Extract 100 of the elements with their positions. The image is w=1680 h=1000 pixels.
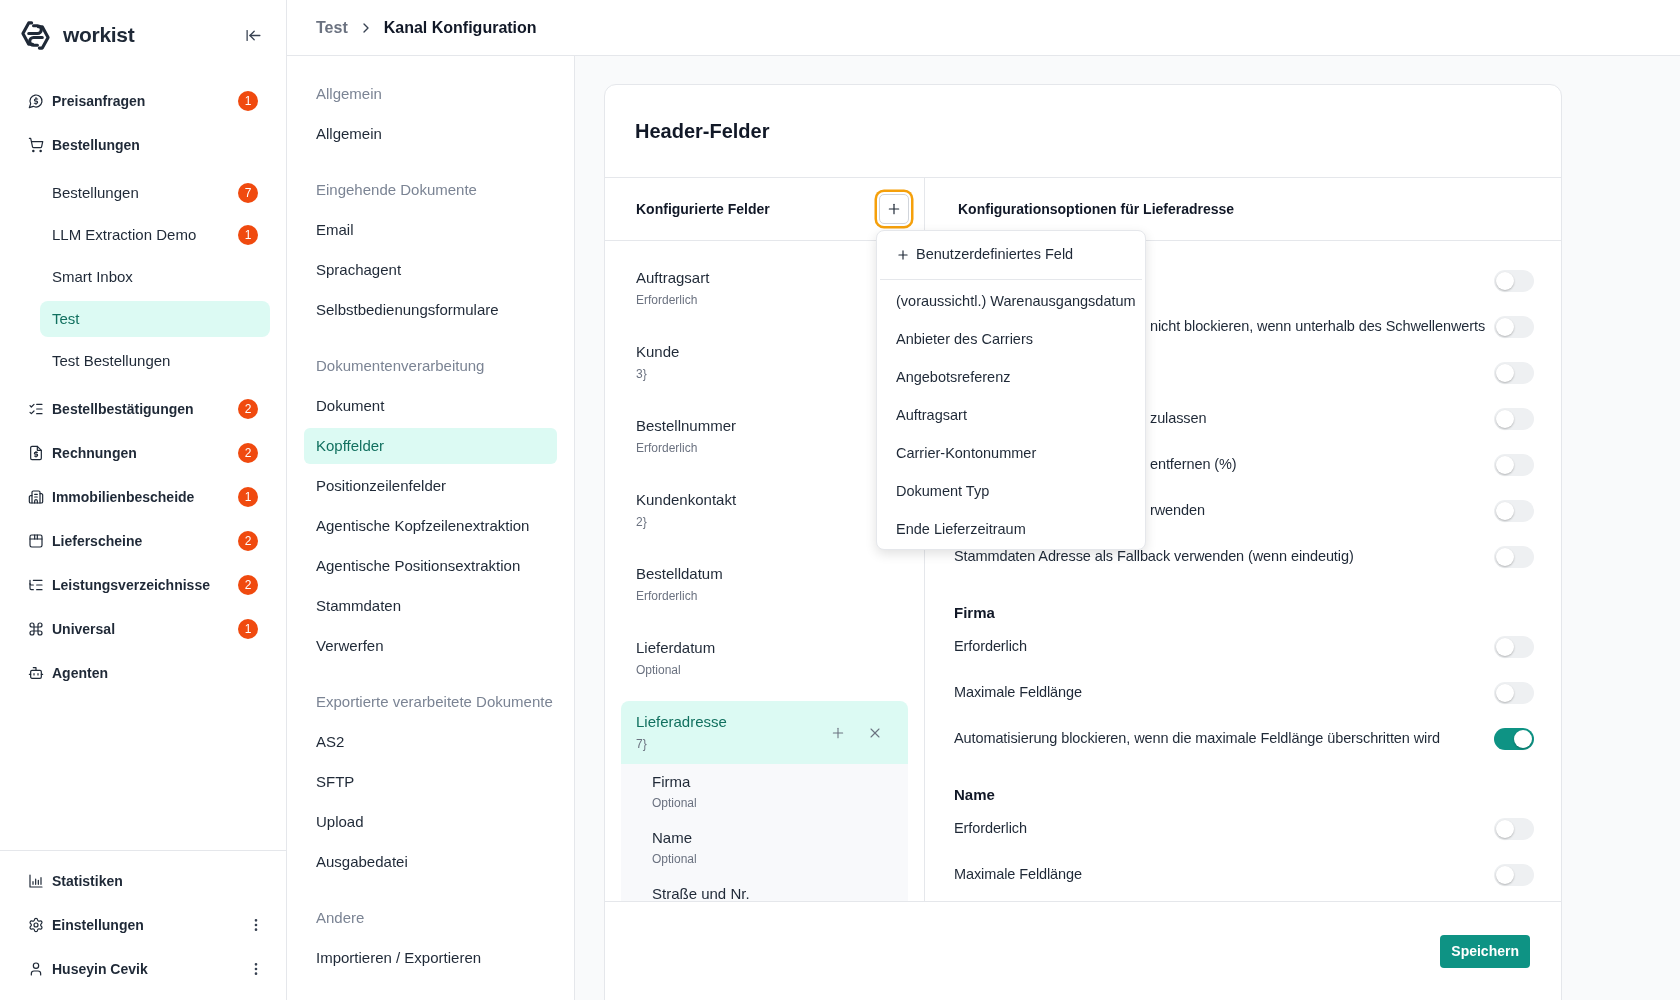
option-label: Automatisierung blockieren, wenn die maximale Feldlänge überschritten wird xyxy=(954,729,1440,749)
settings-nav-item[interactable]: Upload xyxy=(304,804,557,840)
invoice-icon xyxy=(28,445,44,461)
settings-nav-item[interactable]: Positionzeilenfelder xyxy=(304,468,557,504)
sidebar-nav-item[interactable]: Lieferscheine 2 xyxy=(16,523,270,559)
toggle-switch[interactable] xyxy=(1494,408,1534,430)
notification-count: 1 xyxy=(238,225,258,245)
option-label: rwenden xyxy=(1150,501,1205,521)
notification-count: 1 xyxy=(238,619,258,639)
settings-nav-item[interactable]: Ausgabedatei xyxy=(304,844,557,880)
toggle-switch[interactable] xyxy=(1494,270,1534,292)
nav-section-heading: Andere xyxy=(316,907,365,928)
breadcrumb-current: Kanal Konfiguration xyxy=(383,17,537,38)
menu-item[interactable]: Anbieter des Carriers xyxy=(877,321,1145,359)
notification-count: 2 xyxy=(238,531,258,551)
panel-title: Konfigurationsoptionen für Lieferadresse xyxy=(958,199,1235,219)
cart-icon xyxy=(28,137,44,153)
toggle-switch[interactable] xyxy=(1494,546,1534,568)
save-button[interactable]: Speichern xyxy=(1440,935,1530,968)
option-label: Maximale Feldlänge xyxy=(954,865,1082,885)
sidebar-nav-item[interactable]: Test Bestellungen xyxy=(40,343,270,379)
subfield-list-item[interactable]: Firma Optional xyxy=(652,764,908,820)
sidebar-nav-item[interactable]: LLM Extraction Demo 1 xyxy=(40,217,270,253)
sidebar-nav-item[interactable]: Universal 1 xyxy=(16,611,270,647)
user-icon xyxy=(28,961,44,977)
settings-nav-item[interactable]: Agentische Positionsextraktion xyxy=(304,548,557,584)
sidebar-nav-item[interactable]: Bestellbestätigungen 2 xyxy=(16,391,270,427)
menu-item[interactable]: (voraussichtl.) Warenausgangsdatum xyxy=(877,283,1145,321)
plus-icon xyxy=(886,201,902,217)
command-icon xyxy=(28,621,44,637)
sidebar-nav-item[interactable]: Immobilienbescheide 1 xyxy=(16,479,270,515)
settings-nav-item[interactable]: AS2 xyxy=(304,724,557,760)
option-label: nicht blockieren, wenn unterhalb des Schwellenwerts xyxy=(1150,317,1486,337)
settings-nav-item[interactable]: Importieren / Exportieren xyxy=(304,940,557,976)
subfield-list-item[interactable]: Name Optional xyxy=(652,820,908,876)
option-group-heading: Name xyxy=(954,784,995,805)
sidebar-nav-item[interactable]: Preisanfragen 1 xyxy=(16,83,270,119)
card-title: Header-Felder xyxy=(635,119,770,144)
breadcrumb-link[interactable]: Test xyxy=(316,15,348,40)
notification-count: 2 xyxy=(238,399,258,419)
notification-count: 2 xyxy=(238,575,258,595)
settings-nav-item[interactable]: Verwerfen xyxy=(304,628,557,664)
sidebar-nav-item[interactable]: Test xyxy=(40,301,270,337)
toggle-switch[interactable] xyxy=(1494,682,1534,704)
settings-nav-item[interactable]: Sprachagent xyxy=(304,252,557,288)
option-label: entfernen (%) xyxy=(1150,455,1237,475)
field-list-item[interactable]: Lieferadresse 7} xyxy=(621,701,908,764)
sidebar-nav-item[interactable]: Bestellungen xyxy=(16,127,270,163)
subfield-list-item[interactable]: Straße und Nr. xyxy=(652,876,908,901)
toggle-switch[interactable] xyxy=(1494,818,1534,840)
nav-section-heading: Allgemein xyxy=(316,83,382,104)
menu-item[interactable]: Carrier-Kontonummer xyxy=(877,435,1145,473)
toggle-switch[interactable] xyxy=(1494,316,1534,338)
toggle-switch[interactable] xyxy=(1494,362,1534,384)
sidebar-nav-item[interactable]: Agenten xyxy=(16,655,270,691)
settings-nav-item[interactable]: Selbstbedienungsformulare xyxy=(304,292,557,328)
toggle-switch[interactable] xyxy=(1494,728,1534,750)
bar-chart-icon xyxy=(28,873,44,889)
settings-nav-item[interactable]: Kopffelder xyxy=(304,428,557,464)
checklist-icon xyxy=(28,401,44,417)
settings-nav-item[interactable]: Agentische Kopfzeilenextraktion xyxy=(304,508,557,544)
sidebar-nav-item[interactable]: Bestellungen 7 xyxy=(40,175,270,211)
sidebar-nav-item[interactable]: Einstellungen xyxy=(16,907,244,943)
menu-item[interactable]: Dokument Typ xyxy=(877,473,1145,511)
sidebar-nav-item[interactable]: Leistungsverzeichnisse 2 xyxy=(16,567,270,603)
toggle-switch[interactable] xyxy=(1494,864,1534,886)
box-icon xyxy=(28,533,44,549)
sidebar-nav-item[interactable]: Rechnungen 2 xyxy=(16,435,270,471)
option-label: Stammdaten Adresse als Fallback verwenden (wenn eindeutig) xyxy=(954,547,1354,567)
sidebar-nav-item[interactable]: Smart Inbox xyxy=(40,259,270,295)
menu-item[interactable]: Ende Lieferzeitraum xyxy=(877,511,1145,549)
notification-count: 1 xyxy=(238,91,258,111)
settings-nav-item[interactable]: Stammdaten xyxy=(304,588,557,624)
nav-section-heading: Exportierte verarbeitete Dokumente xyxy=(316,691,553,712)
list-tree-icon xyxy=(28,577,44,593)
option-label: Maximale Feldlänge xyxy=(954,683,1082,703)
settings-nav-item[interactable]: Email xyxy=(304,212,557,248)
menu-item[interactable]: Auftragsart xyxy=(877,397,1145,435)
option-label: Erforderlich xyxy=(954,819,1027,839)
settings-nav-item[interactable]: Dokument xyxy=(304,388,557,424)
buildings-icon xyxy=(28,489,44,505)
toggle-switch[interactable] xyxy=(1494,454,1534,476)
nav-section-heading: Dokumentenverarbeitung xyxy=(316,355,485,376)
logo-icon xyxy=(20,19,51,51)
notification-count: 7 xyxy=(238,183,258,203)
toggle-switch[interactable] xyxy=(1494,636,1534,658)
sidebar-nav-item[interactable]: Statistiken xyxy=(16,863,270,899)
option-label: Erforderlich xyxy=(954,637,1027,657)
settings-nav-item[interactable]: SFTP xyxy=(304,764,557,800)
sidebar-nav-item[interactable]: Huseyin Cevik xyxy=(16,951,244,987)
nav-section-heading: Eingehende Dokumente xyxy=(316,179,477,200)
notification-count: 1 xyxy=(238,487,258,507)
toggle-switch[interactable] xyxy=(1494,500,1534,522)
menu-item[interactable]: Benutzerdefiniertes Feld xyxy=(877,231,1145,279)
brand-name: workist xyxy=(63,22,135,49)
settings-nav-item[interactable]: Allgemein xyxy=(304,116,557,152)
notification-count: 2 xyxy=(238,443,258,463)
dollar-chat-icon xyxy=(28,93,44,109)
menu-item[interactable]: Angebotsreferenz xyxy=(877,359,1145,397)
robot-icon xyxy=(28,665,44,681)
